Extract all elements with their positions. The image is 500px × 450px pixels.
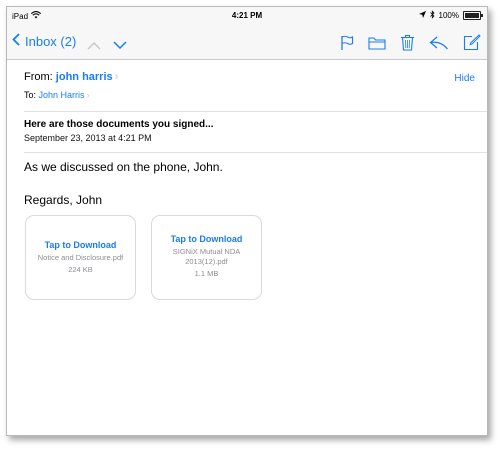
- attachment-size: 1.1 MB: [194, 269, 219, 278]
- battery-icon: [463, 11, 483, 20]
- from-label: From:: [24, 71, 53, 83]
- back-to-inbox-button[interactable]: Inbox (2): [12, 33, 76, 49]
- to-line: To: John Harris ›: [24, 90, 90, 100]
- recipient-name[interactable]: John Harris: [39, 90, 85, 100]
- attachment-filename: Notice and Disclosure.pdf: [37, 253, 124, 262]
- tap-to-download-label: Tap to Download: [44, 240, 117, 250]
- message-body-line: As we discussed on the phone, John.: [24, 160, 223, 174]
- bluetooth-icon: [429, 10, 435, 21]
- attachment-tile[interactable]: Tap to Download Notice and Disclosure.pd…: [25, 215, 136, 300]
- location-icon: [418, 11, 426, 20]
- folder-icon[interactable]: [368, 36, 386, 50]
- chevron-right-icon: ›: [114, 71, 119, 83]
- chevron-right-icon: ›: [86, 90, 90, 100]
- header-divider: [24, 111, 487, 112]
- attachment-tile[interactable]: Tap to Download SIGNiX Mutual NDA 2013(1…: [151, 215, 262, 300]
- attachment-filename: SIGNiX Mutual NDA 2013(12).pdf: [172, 247, 241, 266]
- message-body-line: Regards, John: [24, 193, 103, 207]
- message-subject: Here are those documents you signed...: [24, 119, 214, 130]
- status-bar: iPad 4:21 PM 100%: [7, 7, 487, 25]
- back-label: Inbox (2): [25, 33, 77, 49]
- status-time: 4:21 PM: [231, 11, 263, 20]
- from-line: From: john harris ›: [24, 71, 118, 83]
- hide-details-button[interactable]: Hide: [454, 73, 475, 84]
- compose-icon[interactable]: [463, 34, 481, 51]
- flag-icon[interactable]: [340, 35, 354, 51]
- message-date: September 23, 2013 at 4:21 PM: [24, 133, 152, 143]
- to-label: To:: [24, 90, 37, 100]
- navigation-bar: Inbox (2): [7, 25, 487, 60]
- next-message-button[interactable]: [113, 37, 127, 55]
- battery-percent: 100%: [438, 11, 459, 20]
- attachment-size: 224 KB: [68, 265, 93, 274]
- mail-window: iPad 4:21 PM 100% Inbox (2) From: john h…: [6, 6, 488, 436]
- previous-message-button[interactable]: [87, 37, 101, 55]
- body-divider: [24, 152, 487, 153]
- trash-icon[interactable]: [400, 34, 415, 51]
- chevron-left-icon: [12, 33, 25, 49]
- sender-name[interactable]: john harris: [56, 71, 113, 83]
- tap-to-download-label: Tap to Download: [170, 234, 243, 244]
- reply-icon[interactable]: [429, 36, 449, 50]
